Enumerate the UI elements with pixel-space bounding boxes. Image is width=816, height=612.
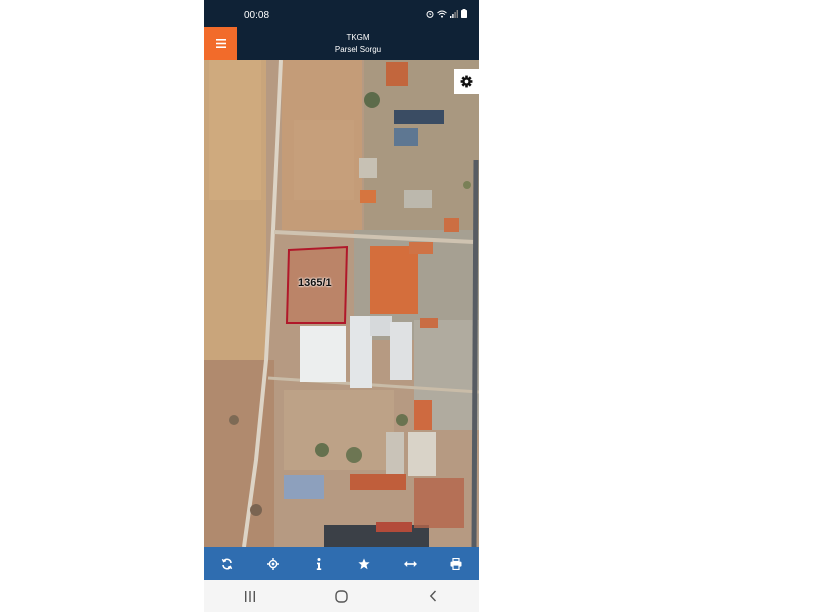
favorite-button[interactable] bbox=[352, 552, 376, 576]
android-nav-bar bbox=[204, 580, 479, 612]
hamburger-icon bbox=[215, 39, 226, 48]
print-button[interactable] bbox=[444, 552, 468, 576]
satellite-map[interactable]: 1365/1 bbox=[204, 60, 479, 547]
app-bar: TKGM Parsel Sorgu bbox=[204, 27, 479, 60]
wifi-icon bbox=[437, 10, 447, 18]
info-button[interactable] bbox=[307, 552, 331, 576]
satellite-imagery bbox=[204, 60, 479, 547]
gear-icon bbox=[460, 75, 473, 88]
print-icon bbox=[450, 557, 462, 570]
status-bar: 00:08 bbox=[204, 0, 479, 27]
app-title: TKGM bbox=[346, 33, 370, 42]
phone-screen: 00:08 TKGM Parsel Sorgu 1365/1 bbox=[204, 0, 479, 612]
refresh-icon bbox=[221, 558, 233, 569]
recents-button[interactable] bbox=[235, 586, 265, 606]
status-time: 00:08 bbox=[244, 10, 270, 21]
info-icon bbox=[316, 557, 321, 570]
alarm-icon bbox=[426, 10, 434, 18]
app-titles: TKGM Parsel Sorgu bbox=[237, 32, 479, 56]
locate-icon bbox=[266, 557, 279, 570]
recents-icon bbox=[244, 590, 255, 602]
back-icon bbox=[429, 590, 437, 602]
settings-button[interactable] bbox=[454, 69, 479, 94]
battery-icon bbox=[461, 9, 467, 18]
bottom-toolbar bbox=[204, 547, 479, 580]
app-subtitle: Parsel Sorgu bbox=[334, 45, 382, 54]
home-button[interactable] bbox=[326, 586, 356, 606]
home-icon bbox=[335, 589, 348, 603]
refresh-button[interactable] bbox=[215, 552, 239, 576]
measure-button[interactable] bbox=[398, 552, 422, 576]
measure-icon bbox=[403, 560, 417, 567]
status-icons bbox=[426, 9, 467, 18]
parcel-label[interactable]: 1365/1 bbox=[298, 277, 332, 289]
locate-button[interactable] bbox=[261, 552, 285, 576]
menu-button[interactable] bbox=[204, 27, 237, 60]
back-button[interactable] bbox=[418, 586, 448, 606]
signal-icon bbox=[450, 9, 458, 18]
star-icon bbox=[358, 557, 370, 569]
